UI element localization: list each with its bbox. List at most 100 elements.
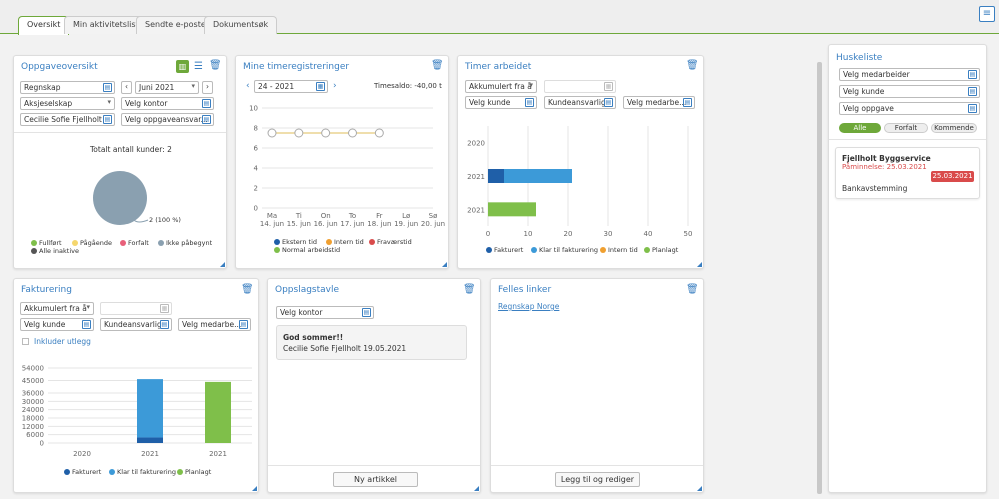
trash-icon[interactable]: 🗑 [686,60,699,71]
resize-handle[interactable] [442,262,447,267]
trash-icon[interactable]: 🗑 [209,60,222,71]
y-tick-label: 0 [254,205,258,213]
employee-select[interactable]: Velg medarbe... ▤ [178,318,251,331]
task-responsible-select[interactable]: Velg oppgaveansvar... ▤ [121,113,214,126]
y-tick-label: 0 [40,440,44,448]
lookup-icon: ▤ [968,87,977,96]
notes-icon[interactable]: ≡ [979,6,995,22]
employee-select[interactable]: Velg medarbe... ▤ [623,96,695,109]
x-tick-day: Lø [402,212,411,220]
panel-felles-linker: Felles linker 🗑 Regnskap Norge Legg til … [490,278,704,493]
new-article-button[interactable]: Ny artikkel [333,472,418,487]
link-regnskap-norge[interactable]: Regnskap Norge [498,302,559,311]
list-view-icon[interactable]: ☰ [194,61,203,72]
resize-handle[interactable] [252,486,257,491]
month-select[interactable]: Juni 2021 ▾ [135,81,199,94]
x-tick-date: 14. jun [260,220,284,228]
company-type-select[interactable]: Aksjeselskap ▾ [20,97,115,110]
date-input[interactable]: ▦ [544,80,616,93]
filter-forfalt[interactable]: Forfalt [884,123,928,133]
y-tick-label: 30000 [22,398,44,406]
bar-klar-til-fakturering [137,379,163,438]
trash-icon[interactable]: 🗑 [431,60,444,71]
legend-label: Pågående [80,239,112,247]
office-select[interactable]: Velg kontor ▤ [121,97,214,110]
task-select[interactable]: Velg oppgave ▤ [839,102,980,115]
resize-handle[interactable] [697,486,702,491]
panel-title: Felles linker [498,285,552,295]
legend-label: Ekstern tid [282,238,318,246]
legend-ikke-pabegynt: Ikke påbegynt [158,239,212,247]
due-date-badge: 25.03.2021 [931,171,974,182]
task-responsible-value: Velg oppgaveansvar... [125,115,208,124]
trash-icon[interactable]: 🗑 [241,284,254,295]
lookup-icon: ▤ [683,98,692,107]
customer-select[interactable]: Velg kunde ▤ [839,85,980,98]
customer-responsible-select[interactable]: Kundeansvarlig ▤ [544,96,616,109]
reminder-card[interactable]: Fjellholt Byggservice Påminnelse: 25.03.… [835,147,980,199]
employee-value: Velg medarbeider [843,70,910,79]
bulletin-title: God sommer!! [283,333,344,342]
legend-fakturert: Fakturert [64,468,101,476]
x-tick-day: To [348,212,356,220]
chevron-down-icon: ▾ [529,81,533,89]
panel-huskeliste: Huskeliste Velg medarbeider ▤ Velg kunde ▤… [828,44,987,493]
include-expenses-checkbox[interactable] [22,338,29,345]
week-select[interactable]: 24 - 2021 ▦ [254,80,328,93]
resize-handle[interactable] [697,262,702,267]
scrollbar[interactable] [817,62,822,494]
legend-ekstern-tid: Ekstern tid [274,238,317,246]
x-tick-date: 18. jun [367,220,391,228]
bulletin-meta: Cecilie Sofie Fjellholt 19.05.2021 [283,344,407,353]
customer-responsible-select[interactable]: Kundeansvarlig ▤ [100,318,172,331]
y-tick-label: 12000 [22,423,44,431]
fakturering-chart: 060001200018000240003000036000 45000 54000… [22,365,252,458]
legend-label: Fakturert [494,246,524,254]
next-week-button[interactable]: › [333,81,337,91]
legend-intern-tid: Intern tid [326,238,364,246]
legend-label: Fullført [39,239,62,247]
company-select[interactable]: Regnskap ▤ [20,81,115,94]
x-tick-date: 17. jun [340,220,364,228]
legend-label: Intern tid [608,246,638,254]
customer-select[interactable]: Velg kunde ▤ [20,318,94,331]
x-tick-label: 30 [604,230,613,238]
prev-week-button[interactable]: ‹ [246,81,250,91]
legend-klar-til-fakturering: Klar til fakturering [109,468,176,476]
tab-dokumentsok[interactable]: Dokumentsøk [204,16,278,34]
divider [14,132,226,133]
lookup-icon: ▤ [103,83,112,92]
panel-title: Oppslagstavle [275,285,340,295]
filter-alle[interactable]: Alle [839,123,881,133]
legend-pagaende: Pågående [72,239,112,247]
employee-value: Velg medarbe... [182,320,242,329]
legend-label: Klar til fakturering [117,468,176,476]
filter-kommende[interactable]: Kommende [931,123,977,133]
resize-handle[interactable] [220,262,225,267]
date-input[interactable]: ▦ [100,302,172,315]
week-value: 24 - 2021 [258,82,295,91]
legend-dot [31,240,37,246]
customer-select[interactable]: Velg kunde ▤ [465,96,537,109]
bulletin-card[interactable]: God sommer!! Cecilie Sofie Fjellholt 19.… [276,325,467,360]
person-select[interactable]: Cecilie Sofie Fjellholt ▤ [20,113,115,126]
trash-icon[interactable]: 🗑 [463,284,476,295]
y-tick-label: 18000 [22,415,44,423]
resize-handle[interactable] [474,486,479,491]
period-select[interactable]: Akkumulert fra å ▾ [20,302,94,315]
tab-oversikt[interactable]: Oversikt [18,16,70,35]
legend-label: Planlagt [185,468,212,476]
next-month-button[interactable]: › [202,81,213,94]
total-customers: Totalt antall kunder: 2 [90,145,172,154]
add-edit-links-button[interactable]: Legg til og rediger [555,472,640,487]
legend-dot [64,469,70,475]
panel-oppgaveoversikt: Oppgaveoversikt ▥ ☰ 🗑 Regnskap ▤ ‹ Juni 2… [13,55,227,269]
period-select[interactable]: Akkumulert fra å ▾ [465,80,537,93]
employee-select[interactable]: Velg medarbeider ▤ [839,68,980,81]
chart-view-icon[interactable]: ▥ [176,60,189,73]
trash-icon[interactable]: 🗑 [686,284,699,295]
lookup-icon: ▤ [968,70,977,79]
x-tick-date: 19. jun [394,220,418,228]
office-select[interactable]: Velg kontor ▤ [276,306,374,319]
prev-month-button[interactable]: ‹ [121,81,132,94]
